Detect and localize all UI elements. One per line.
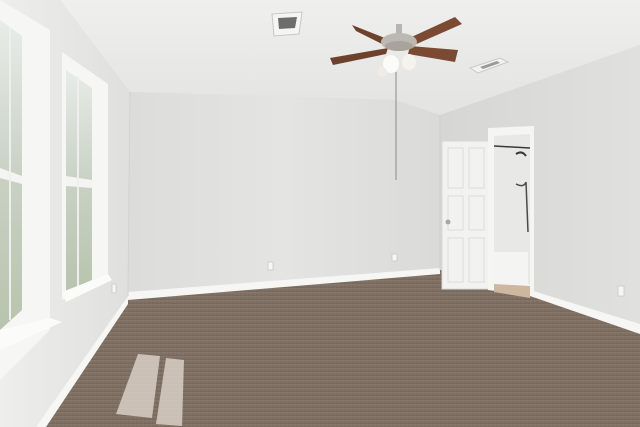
door-knob [445,219,451,225]
room-illustration [0,0,640,427]
bathroom-doorway [488,126,534,298]
bathtub [494,252,528,284]
bedroom-photo [0,0,640,427]
fan-light-globe [402,54,416,70]
wall-outlet [617,285,625,297]
fan-motor-ring [385,41,413,51]
wall-outlet [391,253,398,262]
door-slab [441,140,491,290]
air-vent [271,11,303,37]
fan-light-globe [377,67,387,77]
open-six-panel-door [441,140,491,290]
wall-outlet [267,261,274,271]
back-wall [128,92,440,296]
wall-outlet [111,283,117,294]
